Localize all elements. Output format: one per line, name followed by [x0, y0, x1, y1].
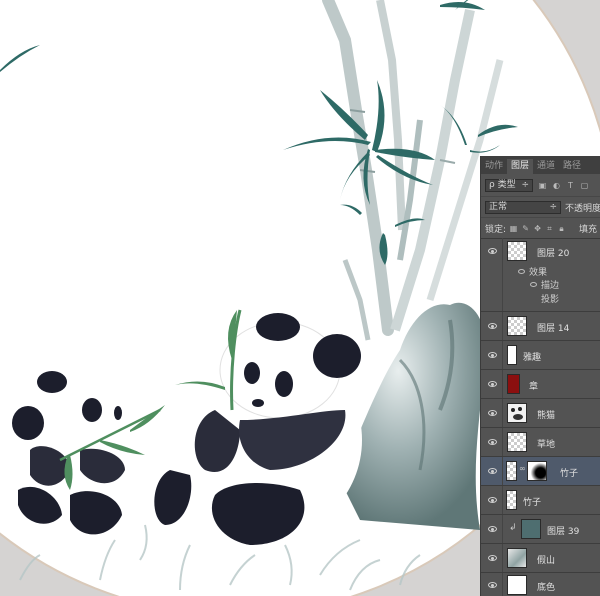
lock-transparency-icon[interactable]: ▦: [509, 224, 518, 233]
layer-thumbnail: [507, 374, 520, 394]
layer-thumbnail: [507, 241, 527, 261]
layer-name: 竹子: [523, 498, 542, 508]
eye-icon[interactable]: [530, 282, 537, 287]
eye-icon[interactable]: [488, 410, 497, 416]
image-filter-icon[interactable]: ▣: [538, 181, 547, 190]
layer-name: 熊猫: [537, 411, 556, 421]
layer-thumbnail: [507, 316, 527, 336]
eye-icon[interactable]: [488, 323, 497, 329]
tab-paths[interactable]: 路径: [559, 159, 585, 174]
panel-tabs: 动作 图层 通道 路径: [481, 156, 600, 174]
eye-icon[interactable]: [488, 555, 497, 561]
eye-icon[interactable]: [488, 526, 497, 532]
eye-icon[interactable]: [488, 381, 497, 387]
layer-name: 图层 20: [537, 249, 570, 259]
layer-thumbnail: [521, 519, 541, 539]
layer-row[interactable]: 底色: [481, 573, 600, 596]
layer-name: 草地: [537, 440, 556, 450]
filter-row: ρ 类型 ÷ ▣ ◐ T ▢: [481, 174, 600, 196]
layer-row[interactable]: 假山: [481, 544, 600, 573]
link-icon[interactable]: ∞: [519, 464, 526, 473]
tab-layers[interactable]: 图层: [507, 159, 534, 174]
layer-row-selected[interactable]: ∞ 竹子: [481, 457, 600, 486]
fill-label: 填充: [579, 224, 598, 235]
layer-name: 章: [529, 382, 539, 392]
eye-icon[interactable]: [488, 582, 497, 588]
lock-artboard-icon[interactable]: ⌗: [545, 224, 554, 233]
tab-actions[interactable]: 动作: [481, 159, 507, 174]
lock-label: 锁定:: [485, 224, 507, 235]
layer-row[interactable]: 图层 20 效果 描边 投影: [481, 238, 600, 312]
layer-name: 竹子: [560, 469, 579, 479]
layer-row[interactable]: 章: [481, 370, 600, 399]
lock-pixels-icon[interactable]: ✎: [521, 224, 530, 233]
filter-kind-label: ρ 类型: [489, 179, 516, 190]
opacity-label: 不透明度: [564, 203, 600, 214]
blend-row: 正常 ÷ 不透明度: [481, 196, 600, 217]
layer-row[interactable]: ↲ 图层 39: [481, 515, 600, 544]
layer-row[interactable]: 草地: [481, 428, 600, 457]
layer-thumbnail: [507, 548, 527, 568]
chevron-down-icon: ÷: [549, 201, 557, 212]
text-filter-icon[interactable]: T: [566, 181, 575, 190]
layer-name: 雅趣: [523, 353, 542, 363]
eye-icon[interactable]: [488, 248, 497, 254]
lock-row: 锁定: ▦ ✎ ✥ ⌗ 🔒︎ 填充: [481, 217, 600, 239]
layer-row[interactable]: 雅趣: [481, 341, 600, 370]
panda-thumbnail-icon: [511, 407, 523, 420]
blend-mode-label: 正常: [489, 201, 508, 212]
layer-name: 图层 39: [547, 527, 580, 537]
layer-thumbnail: [506, 461, 517, 481]
layer-row[interactable]: 竹子: [481, 486, 600, 515]
effects-label: 效果: [529, 268, 548, 278]
lock-position-icon[interactable]: ✥: [533, 224, 542, 233]
stroke-effect-label: 描边: [541, 281, 560, 291]
layer-name: 底色: [537, 583, 556, 593]
eye-icon[interactable]: [488, 497, 497, 503]
layer-row[interactable]: 熊猫: [481, 399, 600, 428]
layers-panel: 动作 图层 通道 路径 ρ 类型 ÷ ▣ ◐ T ▢ 正常 ÷ 不透明度 锁定:…: [480, 156, 600, 596]
adjustment-filter-icon[interactable]: ◐: [552, 181, 561, 190]
layer-thumbnail: [507, 345, 517, 365]
layer-thumbnail: [506, 490, 517, 510]
layer-thumbnail: [507, 403, 527, 423]
eye-icon[interactable]: [488, 468, 497, 474]
clipping-mask-icon: ↲: [509, 523, 517, 533]
filter-kind-select[interactable]: ρ 类型 ÷: [485, 178, 533, 192]
eye-icon[interactable]: [488, 439, 497, 445]
layer-mask-thumbnail[interactable]: [527, 461, 547, 481]
layer-thumbnail: [507, 575, 527, 595]
layer-row[interactable]: 图层 14: [481, 312, 600, 341]
layer-name: 图层 14: [537, 324, 570, 334]
chevron-down-icon: ÷: [521, 179, 529, 190]
eye-icon[interactable]: [488, 352, 497, 358]
drop-shadow-effect-label: 投影: [541, 295, 560, 305]
eye-icon[interactable]: [518, 269, 525, 274]
blend-mode-select[interactable]: 正常 ÷: [485, 200, 561, 214]
tab-channels[interactable]: 通道: [533, 159, 559, 174]
lock-all-icon[interactable]: 🔒︎: [557, 224, 566, 233]
layer-thumbnail: [507, 432, 527, 452]
layer-name: 假山: [537, 556, 556, 566]
shape-filter-icon[interactable]: ▢: [580, 181, 589, 190]
